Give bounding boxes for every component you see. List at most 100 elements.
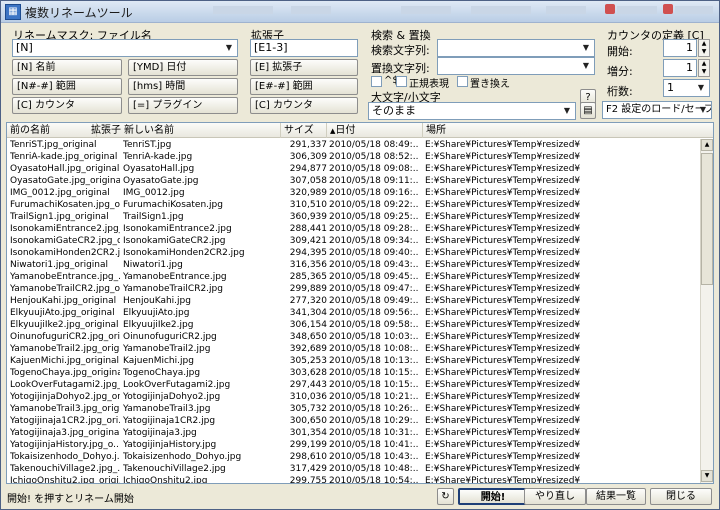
- scroll-thumb[interactable]: [701, 153, 713, 285]
- table-row[interactable]: Niwatori1.jpg_original Niwatori1.jpg 316,3…: [7, 259, 700, 271]
- case-select[interactable]: そのまま ▼: [368, 102, 576, 120]
- counter-digits-select[interactable]: 1 ▼: [663, 79, 710, 97]
- counter-step-spinner[interactable]: ▲ ▼: [698, 59, 710, 77]
- table-row[interactable]: TenriA-kade.jpg_original TenriA-kade.jpg 3…: [7, 151, 700, 163]
- column-size[interactable]: サイズ: [281, 123, 327, 138]
- new-name-cell: YamanobeTrail3.jpg: [123, 404, 211, 414]
- search-replace-label: 検索 & 置換: [371, 29, 431, 42]
- mask-time-button[interactable]: [hms] 時間: [128, 78, 238, 95]
- table-row[interactable]: LookOverFutagami2.jpg_.. LookOverFutagami…: [7, 379, 700, 391]
- old-name-cell: YamanobeTrail3.jpg_origi..: [10, 404, 120, 414]
- mask-counter-button[interactable]: [C] カウンタ: [12, 97, 122, 114]
- column-location[interactable]: 場所: [423, 123, 713, 138]
- table-row[interactable]: YamanobeEntrance.jpg_.. YamanobeEntrance.…: [7, 271, 700, 283]
- chevron-down-icon[interactable]: ▼: [579, 59, 593, 73]
- mask-range-button[interactable]: [N#-#] 範囲: [12, 78, 122, 95]
- mask-date-button[interactable]: [YMD] 日付: [128, 59, 238, 76]
- anchor-checkbox[interactable]: [371, 76, 382, 87]
- chevron-down-icon[interactable]: ▼: [696, 103, 710, 117]
- table-row[interactable]: TrailSign1.jpg_original TrailSign1.jpg 360…: [7, 211, 700, 223]
- location-cell: E:¥Share¥Pictures¥Temp¥resized¥: [425, 140, 581, 150]
- table-row[interactable]: YatogijinjaHistory.jpg_o.. YatogijinjaHis…: [7, 439, 700, 451]
- ext-counter-button[interactable]: [C] カウンタ: [250, 97, 358, 114]
- replace-all-checkbox[interactable]: [457, 76, 468, 87]
- size-cell: 305,732: [289, 404, 327, 414]
- start-button[interactable]: 開始!: [458, 488, 528, 505]
- old-name-cell: YamanobeTrailCR2.jpg_o..: [10, 284, 120, 294]
- old-name-cell: IsonokamiHonden2CR2.j..: [10, 248, 120, 258]
- table-row[interactable]: IMG_0012.jpg_original IMG_0012.jpg 320,989…: [7, 187, 700, 199]
- date-cell: 2010/05/18 10:41:..: [329, 440, 419, 450]
- size-cell: 341,304: [289, 308, 327, 318]
- old-name-cell: IsonokamiGateCR2.jpg_o..: [10, 236, 120, 246]
- results-button[interactable]: 結果一覧: [586, 488, 646, 505]
- new-name-cell: YamanobeTrail2.jpg: [123, 344, 211, 354]
- replace-input[interactable]: ▼: [437, 57, 595, 75]
- column-new-name[interactable]: 新しい名前: [121, 123, 281, 138]
- ext-input[interactable]: [E1-3]: [250, 39, 358, 57]
- table-row[interactable]: TenriST.jpg_original TenriST.jpg 291,337 20…: [7, 139, 700, 151]
- new-name-cell: YatogijinjaHistory.jpg: [123, 440, 217, 450]
- counter-start-spinner[interactable]: ▲ ▼: [698, 39, 710, 57]
- table-row[interactable]: IsonokamiEntrance2.jpg_.. IsonokamiEntran…: [7, 223, 700, 235]
- mask-name-button[interactable]: [N] 名前: [12, 59, 122, 76]
- table-row[interactable]: OyasatoHall.jpg_original OyasatoHall.jpg 2…: [7, 163, 700, 175]
- chevron-down-icon[interactable]: ▼: [560, 104, 574, 118]
- find-input[interactable]: ▼: [437, 39, 595, 57]
- date-cell: 2010/05/18 10:08:..: [329, 344, 419, 354]
- size-cell: 291,337: [289, 140, 327, 150]
- title-bar[interactable]: ▦ 複数リネームツール: [1, 1, 719, 23]
- mask-plugin-button[interactable]: [=] プラグイン: [128, 97, 238, 114]
- table-row[interactable]: IsonokamiGateCR2.jpg_o.. IsonokamiGateCR2…: [7, 235, 700, 247]
- scroll-up-icon[interactable]: ▲: [701, 139, 713, 151]
- counter-step-input[interactable]: 1: [663, 59, 697, 77]
- chevron-down-icon[interactable]: ▼: [694, 81, 708, 95]
- table-row[interactable]: Tokaisizenhodo_Dohyo.j.. Tokaisizenhodo_D…: [7, 451, 700, 463]
- location-cell: E:¥Share¥Pictures¥Temp¥resized¥: [425, 332, 581, 342]
- location-cell: E:¥Share¥Pictures¥Temp¥resized¥: [425, 152, 581, 162]
- table-row[interactable]: IsonokamiHonden2CR2.j.. IsonokamiHonden2C…: [7, 247, 700, 259]
- column-date[interactable]: ▲日付: [327, 123, 423, 138]
- size-cell: 360,939: [289, 212, 327, 222]
- size-cell: 294,877: [289, 164, 327, 174]
- table-row[interactable]: YamanobeTrail3.jpg_origi.. YamanobeTrail3…: [7, 403, 700, 415]
- table-row[interactable]: ElkyuujiAto.jpg_original ElkyuujiAto.jpg 3…: [7, 307, 700, 319]
- table-row[interactable]: TogenoChaya.jpg_original TogenoChaya.jpg 3…: [7, 367, 700, 379]
- table-row[interactable]: HenjouKahi.jpg_original HenjouKahi.jpg 277…: [7, 295, 700, 307]
- table-row[interactable]: KajuenMichi.jpg_original KajuenMichi.jpg 3…: [7, 355, 700, 367]
- old-name-cell: OyasatoGate.jpg_original: [10, 176, 120, 186]
- table-row[interactable]: YamanobeTrail2.jpg_origi.. YamanobeTrail2…: [7, 343, 700, 355]
- table-row[interactable]: TakenouchiVillage2.jpg_.. TakenouchiVilla…: [7, 463, 700, 475]
- vertical-scrollbar[interactable]: ▲ ▼: [700, 139, 713, 483]
- size-cell: 310,036: [289, 392, 327, 402]
- table-row[interactable]: OinunofuguriCR2.jpg_ori.. OinunofuguriCR2…: [7, 331, 700, 343]
- file-list-rows: TenriST.jpg_original TenriST.jpg 291,337 20…: [7, 139, 700, 483]
- mask-input[interactable]: [N] ▼: [12, 39, 238, 57]
- file-list[interactable]: 前の名前 拡張子 新しい名前 サイズ ▲日付 場所 TenriST.jpg_or…: [6, 122, 714, 484]
- size-cell: 310,510: [289, 200, 327, 210]
- refresh-icon[interactable]: ↻: [437, 488, 454, 505]
- ext-range-button[interactable]: [E#-#] 範囲: [250, 78, 358, 95]
- ext-ext-button[interactable]: [E] 拡張子: [250, 59, 358, 76]
- scroll-down-icon[interactable]: ▼: [701, 470, 713, 482]
- table-row[interactable]: YamanobeTrailCR2.jpg_o.. YamanobeTrailCR2…: [7, 283, 700, 295]
- table-row[interactable]: Yatogijinaja1CR2.jpg_ori.. Yatogijinaja1C…: [7, 415, 700, 427]
- old-name-cell: Niwatori1.jpg_original: [10, 260, 108, 270]
- redo-button[interactable]: やり直し: [524, 488, 586, 505]
- date-cell: 2010/05/18 10:29:..: [329, 416, 419, 426]
- table-row[interactable]: FurumachiKosaten.jpg_o.. FurumachiKosaten…: [7, 199, 700, 211]
- chevron-down-icon[interactable]: ▼: [222, 41, 236, 55]
- date-cell: 2010/05/18 09:49:..: [329, 296, 419, 306]
- table-row[interactable]: ElkyuujiIke2.jpg_original ElkyuujiIke2.jp…: [7, 319, 700, 331]
- table-row[interactable]: YotogijinjaDohyo2.jpg_or.. YotogijinjaDoh…: [7, 391, 700, 403]
- column-extension[interactable]: 拡張子: [69, 123, 121, 138]
- chevron-down-icon[interactable]: ▼: [579, 41, 593, 55]
- regex-checkbox[interactable]: [396, 76, 407, 87]
- table-row[interactable]: Yatogijinaja3.jpg_original Yatogijinaja3.…: [7, 427, 700, 439]
- table-row[interactable]: OyasatoGate.jpg_original OyasatoGate.jpg 3…: [7, 175, 700, 187]
- close-button[interactable]: 閉じる: [650, 488, 712, 505]
- counter-start-input[interactable]: 1: [663, 39, 697, 57]
- table-row[interactable]: IchigoOnshitu2.jpg_origi.. IchigoOnshitu2…: [7, 475, 700, 483]
- preset-select[interactable]: F2 設定のロード/セーブ ▼: [602, 101, 712, 119]
- save-icon[interactable]: ▤: [580, 102, 596, 119]
